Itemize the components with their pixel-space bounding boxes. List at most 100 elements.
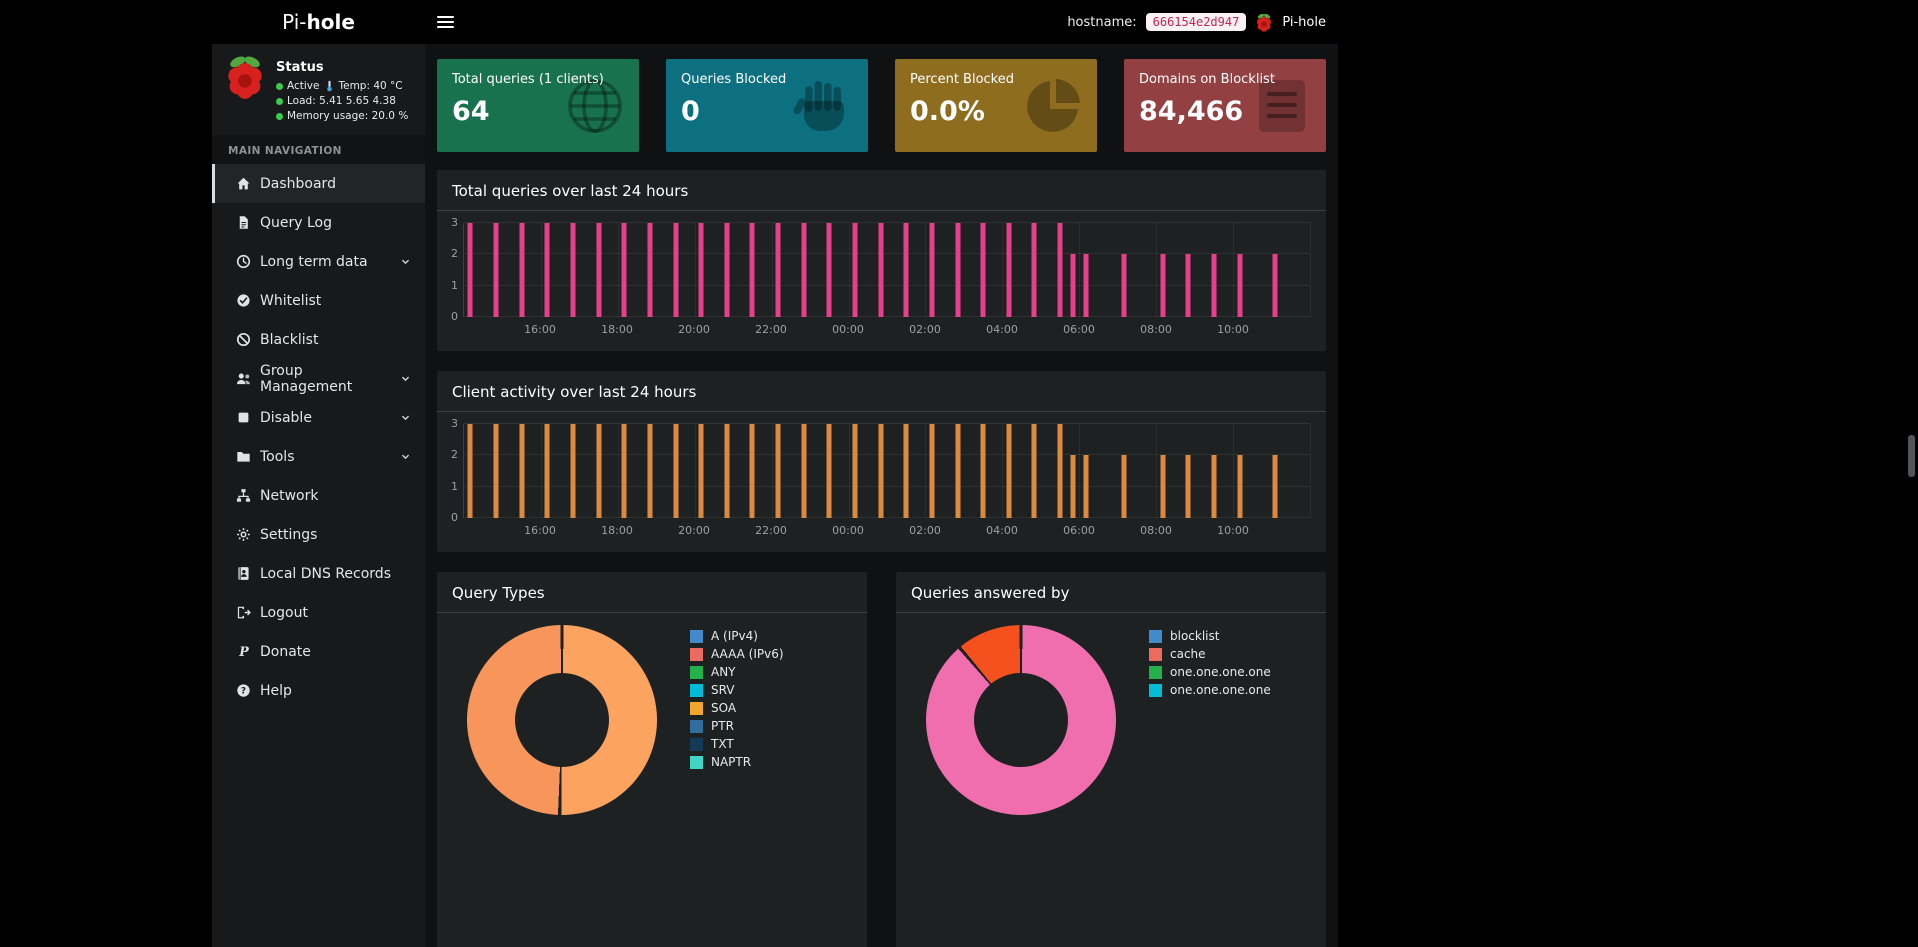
chevron-down-icon	[399, 411, 412, 424]
queries-answered-donut[interactable]	[926, 625, 1116, 815]
sidebar-item-network[interactable]: Network	[212, 476, 425, 515]
stat-card-value: 0.0%	[910, 96, 1082, 127]
svg-text:?: ?	[241, 687, 246, 697]
app-logo-prefix: Pi-	[282, 10, 306, 34]
x-tick-label: 02:00	[909, 524, 941, 537]
chart-bar	[1032, 424, 1037, 518]
queries-answered-legend: blocklistcacheone.one.one.oneone.one.one…	[1149, 627, 1271, 699]
legend-item-a-ipv4[interactable]: A (IPv4)	[690, 627, 784, 645]
sidebar-item-group-management[interactable]: Group Management	[212, 359, 425, 398]
x-tick-label: 20:00	[678, 524, 710, 537]
legend-item-soa[interactable]: SOA	[690, 699, 784, 717]
chart-bar	[981, 223, 986, 317]
sidebar-item-query-log[interactable]: Query Log	[212, 203, 425, 242]
x-tick-label: 08:00	[1140, 524, 1172, 537]
legend-item-aaaa-ipv6[interactable]: AAAA (IPv6)	[690, 645, 784, 663]
x-tick-label: 10:00	[1217, 524, 1249, 537]
legend-item-one-one-one-one[interactable]: one.one.one.one	[1149, 663, 1271, 681]
chart-bar	[1070, 455, 1075, 518]
y-tick-label: 0	[451, 310, 458, 324]
sidebar-item-label: Logout	[260, 605, 308, 621]
sidebar-item-long-term-data[interactable]: Long term data	[212, 242, 425, 281]
sidebar-item-local-dns-records[interactable]: Local DNS Records	[212, 554, 425, 593]
chart-bar	[468, 424, 473, 518]
thermometer-icon	[325, 80, 334, 92]
legend-item-any[interactable]: ANY	[690, 663, 784, 681]
sidebar-item-dashboard[interactable]: Dashboard	[212, 164, 425, 203]
chart-bar	[827, 223, 832, 317]
chart-bar	[1186, 455, 1191, 518]
y-tick-label: 2	[451, 448, 458, 462]
question-icon: ?	[236, 683, 251, 698]
chart-bar	[904, 424, 909, 518]
ban-icon	[236, 332, 251, 347]
bar-chart-plot[interactable]	[463, 223, 1310, 317]
status-dot-icon	[276, 113, 283, 120]
sidebar-item-tools[interactable]: Tools	[212, 437, 425, 476]
address-book-icon	[236, 566, 251, 581]
x-tick-label: 08:00	[1140, 323, 1172, 336]
stat-card-queries-blocked[interactable]: Queries Blocked 0	[666, 59, 868, 152]
chart-bar	[519, 223, 524, 317]
legend-item-srv[interactable]: SRV	[690, 681, 784, 699]
legend-label: NAPTR	[711, 755, 751, 769]
stat-card-domains-on-blocklist[interactable]: Domains on Blocklist84,466	[1124, 59, 1326, 152]
x-tick-label: 06:00	[1063, 524, 1095, 537]
x-tick-label: 00:00	[832, 524, 864, 537]
sidebar-toggle-button[interactable]	[437, 9, 463, 35]
network-icon	[236, 488, 251, 503]
legend-swatch	[690, 648, 703, 661]
legend-swatch	[1149, 630, 1162, 643]
stat-card-label: Percent Blocked	[910, 72, 1082, 87]
sidebar-item-label: Disable	[260, 410, 312, 426]
status-temp-label: Temp: 40 °C	[338, 80, 402, 92]
x-tick-label: 10:00	[1217, 323, 1249, 336]
sidebar-item-whitelist[interactable]: Whitelist	[212, 281, 425, 320]
chart-bar	[1186, 254, 1191, 317]
sidebar-item-logout[interactable]: Logout	[212, 593, 425, 632]
sidebar-item-settings[interactable]: Settings	[212, 515, 425, 554]
sidebar-item-label: Tools	[260, 449, 295, 465]
scrollbar-thumb[interactable]	[1908, 435, 1915, 477]
sidebar-item-help[interactable]: ?Help	[212, 671, 425, 710]
legend-item-ptr[interactable]: PTR	[690, 717, 784, 735]
chart-bar	[494, 223, 499, 317]
status-active-label: Active	[287, 80, 319, 92]
legend-item-one-one-one-one[interactable]: one.one.one.one	[1149, 681, 1271, 699]
bar-chart-plot[interactable]	[463, 424, 1310, 518]
app-logo[interactable]: Pi-hole	[212, 0, 425, 44]
sidebar-item-blacklist[interactable]: Blacklist	[212, 320, 425, 359]
stat-card-percent-blocked[interactable]: Percent Blocked 0.0%	[895, 59, 1097, 152]
stat-card-label: Queries Blocked	[681, 72, 853, 87]
chart-bar	[1058, 223, 1063, 317]
sidebar-item-donate[interactable]: PDonate	[212, 632, 425, 671]
legend-item-blocklist[interactable]: blocklist	[1149, 627, 1271, 645]
check-circle-icon	[236, 293, 251, 308]
x-tick-label: 22:00	[755, 524, 787, 537]
query-types-donut[interactable]	[467, 625, 657, 815]
chart-bar	[622, 223, 627, 317]
x-tick-label: 16:00	[524, 524, 556, 537]
legend-item-cache[interactable]: cache	[1149, 645, 1271, 663]
legend-item-txt[interactable]: TXT	[690, 735, 784, 753]
stat-card-total-queries-1-clients[interactable]: Total queries (1 clients)64	[437, 59, 639, 152]
sidebar-item-disable[interactable]: Disable	[212, 398, 425, 437]
chart-bar	[1160, 254, 1165, 317]
chart-bar	[724, 223, 729, 317]
chart-bar	[955, 223, 960, 317]
chart-bar	[724, 424, 729, 518]
x-tick-label: 16:00	[524, 323, 556, 336]
legend-item-naptr[interactable]: NAPTR	[690, 753, 784, 771]
queries-answered-panel: Queries answered by blocklistcacheone.on…	[896, 572, 1326, 947]
stat-card-value: 0	[681, 96, 853, 127]
chart-bar	[904, 223, 909, 317]
legend-swatch	[690, 666, 703, 679]
chart-bar	[519, 424, 524, 518]
panel-title: Queries answered by	[896, 572, 1326, 612]
raspberry-logo-icon	[1255, 12, 1273, 33]
folder-icon	[236, 449, 251, 464]
legend-swatch	[690, 684, 703, 697]
x-tick-label: 06:00	[1063, 323, 1095, 336]
legend-label: A (IPv4)	[711, 629, 758, 643]
brand-label: Pi-hole	[1282, 15, 1326, 30]
